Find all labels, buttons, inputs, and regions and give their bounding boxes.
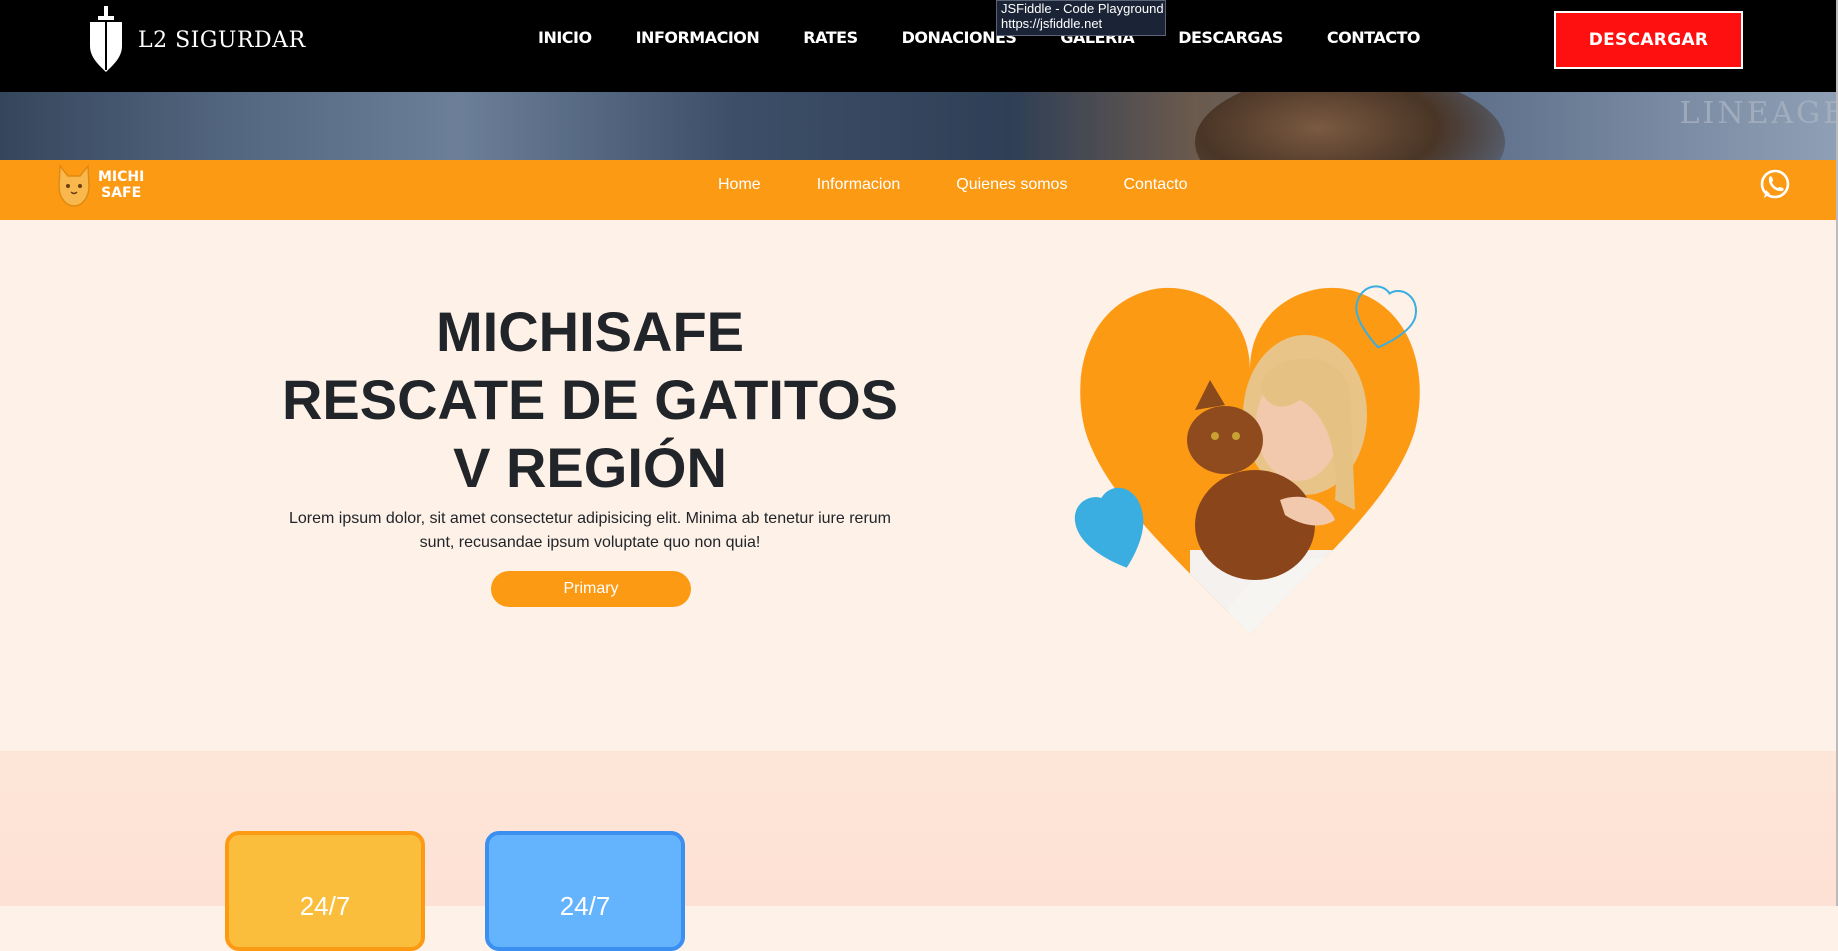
nav-informacion-michi[interactable]: Informacion xyxy=(817,176,901,194)
features-section: 24/7 24/7 xyxy=(0,751,1838,951)
feature-card[interactable]: 24/7 xyxy=(485,831,685,951)
top-navbar: L2 SIGURDAR INICIO INFORMACION RATES DON… xyxy=(0,0,1838,92)
hero-title: MICHISAFE RESCATE DE GATITOS V REGIÓN xyxy=(240,298,940,502)
primary-button[interactable]: Primary xyxy=(491,571,691,607)
tooltip-url: https://jsfiddle.net xyxy=(1001,16,1103,31)
logo-line-safe: SAFE xyxy=(101,185,142,201)
nav-contacto-michi[interactable]: Contacto xyxy=(1123,176,1187,194)
hero-banner-strip: LINEAGE xyxy=(0,92,1838,160)
tooltip-title: JSFiddle - Code Playground xyxy=(1001,1,1164,16)
hero-description: Lorem ipsum dolor, sit amet consectetur … xyxy=(288,510,892,551)
sword-shield-icon xyxy=(90,6,122,72)
hero-title-line-3: V REGIÓN xyxy=(453,436,727,499)
lineage-watermark: LINEAGE xyxy=(1679,96,1838,131)
nav-rates[interactable]: RATES xyxy=(803,28,858,47)
download-button[interactable]: DESCARGAR xyxy=(1554,11,1743,69)
cat-icon xyxy=(58,163,90,207)
nav-contacto[interactable]: CONTACTO xyxy=(1327,28,1421,47)
michisafe-nav: Home Informacion Quienes somos Contacto xyxy=(718,176,1244,194)
link-tooltip: JSFiddle - Code Playground https://jsfid… xyxy=(996,0,1166,36)
michisafe-logo[interactable]: MICHI SAFE xyxy=(56,162,144,208)
logo-text: L2 SIGURDAR xyxy=(138,27,306,53)
hero-title-line-2: RESCATE DE GATITOS xyxy=(281,368,899,431)
nav-inicio[interactable]: INICIO xyxy=(538,28,592,47)
heart-cat-illustration xyxy=(1074,285,1420,636)
character-art xyxy=(1195,92,1505,160)
card-label: 24/7 xyxy=(299,891,351,921)
nav-quienes-somos[interactable]: Quienes somos xyxy=(956,176,1067,194)
whatsapp-icon[interactable] xyxy=(1758,168,1792,202)
nav-home[interactable]: Home xyxy=(718,176,761,194)
hero-title-line-1: MICHISAFE xyxy=(436,300,744,363)
logo-line-michi: MICHI xyxy=(98,169,145,185)
michisafe-navbar: MICHI SAFE Home Informacion Quienes somo… xyxy=(0,160,1838,220)
nav-informacion[interactable]: INFORMACION xyxy=(636,28,760,47)
nav-descargas[interactable]: DESCARGAS xyxy=(1178,28,1283,47)
l2-sigurdar-logo[interactable]: L2 SIGURDAR xyxy=(86,4,306,76)
feature-card[interactable]: 24/7 xyxy=(225,831,425,951)
hero-section: MICHISAFE RESCATE DE GATITOS V REGIÓN Lo… xyxy=(0,220,1838,751)
card-label: 24/7 xyxy=(559,891,611,921)
